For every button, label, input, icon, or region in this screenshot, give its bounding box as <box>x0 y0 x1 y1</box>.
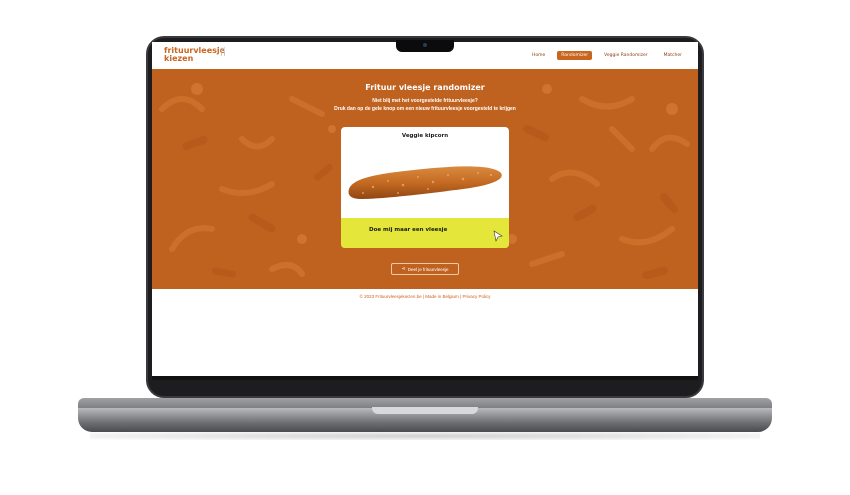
screen-bezel-bottom <box>152 376 698 380</box>
hero-subtitle-2: Druk dan op de gele knop om een nieuw fr… <box>334 106 516 112</box>
hero-section: Frituur vleesje randomizer Niet blij met… <box>152 69 698 289</box>
cursor-arrow-icon <box>493 230 503 242</box>
product-name: Veggie kipcorn <box>401 133 449 139</box>
footer: © 2023 Frituurvleesjekiezen.be | Made in… <box>359 294 491 299</box>
page-title: Frituur vleesje randomizer <box>365 83 485 92</box>
fork-icon: 🍴 <box>218 47 228 56</box>
site-logo[interactable]: frituurvleesje kiezen <box>164 47 225 63</box>
hero-subtitle-1: Niet blij met het voorgestelde frituurvl… <box>372 98 478 104</box>
yellow-button-bar[interactable]: Doe mij maar een vleesje <box>341 218 509 248</box>
main-nav: Home Randomizer Veggie Randomizer Matche… <box>528 51 686 60</box>
product-card: Veggie kipcorn Doe mij maar een vleesje <box>341 127 509 248</box>
browser-screen: frituurvleesje kiezen 🍴 Home Randomizer … <box>152 42 698 380</box>
share-label: Deel je frituurvleesje <box>407 266 449 272</box>
logo-line-2: kiezen <box>164 54 194 63</box>
nav-item-randomizer[interactable]: Randomizer <box>557 51 593 60</box>
laptop-shadow <box>90 432 760 440</box>
laptop-groove <box>372 407 478 414</box>
camera-icon <box>423 43 427 47</box>
randomize-button[interactable]: Doe mij maar een vleesje <box>369 227 447 233</box>
share-icon: ⋖ <box>401 266 406 272</box>
nav-item-veggie-randomizer[interactable]: Veggie Randomizer <box>600 51 652 60</box>
nav-item-matcher[interactable]: Matcher <box>660 51 686 60</box>
nav-item-home[interactable]: Home <box>528 51 549 60</box>
share-button[interactable]: ⋖ Deel je frituurvleesje <box>391 263 459 275</box>
kipcorn-image <box>348 166 502 199</box>
